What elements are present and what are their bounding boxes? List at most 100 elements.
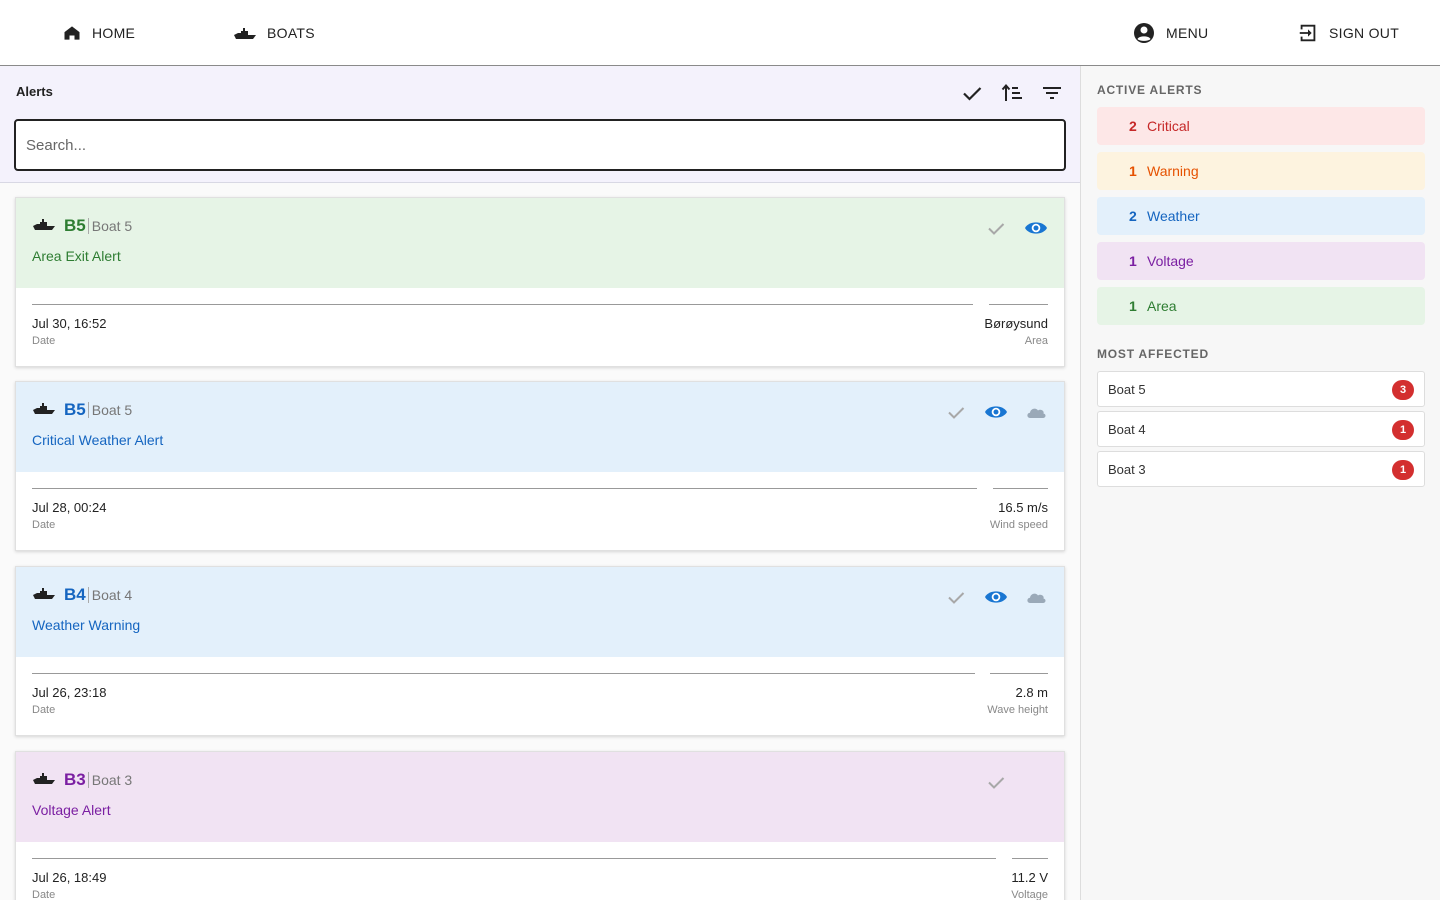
nav-sign-out-label: SIGN OUT xyxy=(1329,24,1400,41)
alert-card[interactable]: B5 Boat 5 Critical Weather Alert Jul 28,… xyxy=(15,381,1065,551)
alert-date-label: Date xyxy=(32,519,56,531)
filter-icon[interactable] xyxy=(1040,81,1064,105)
active-alert-weather[interactable]: 2 Weather xyxy=(1097,197,1425,235)
cloud-icon[interactable] xyxy=(1024,400,1048,424)
alert-boat: B5 Boat 5 xyxy=(32,400,132,420)
acknowledge-icon[interactable] xyxy=(944,400,968,424)
divider xyxy=(32,673,975,674)
acknowledge-icon[interactable] xyxy=(984,770,1008,794)
nav-boats-label: BOATS xyxy=(267,24,315,41)
boat-name: Boat 5 xyxy=(87,402,132,418)
alert-card[interactable]: B4 Boat 4 Weather Warning Jul 26, 23:18 … xyxy=(15,566,1065,736)
divider xyxy=(989,304,1048,305)
boat-name: Boat 5 xyxy=(87,218,132,234)
affected-boat-name: Boat 5 xyxy=(1108,381,1146,397)
alerts-header: Alerts xyxy=(0,66,1080,183)
alert-value: 11.2 V Voltage xyxy=(1011,870,1048,900)
divider xyxy=(990,673,1048,674)
alert-details: Jul 26, 18:49 Date 11.2 V Voltage xyxy=(32,858,1048,900)
alert-type: Voltage Alert xyxy=(32,802,111,818)
active-alert-count: 2 xyxy=(1129,208,1137,224)
active-alert-label: Warning xyxy=(1147,163,1199,179)
alert-details: Jul 26, 23:18 Date 2.8 m Wave height xyxy=(32,673,1048,733)
active-alert-warning[interactable]: 1 Warning xyxy=(1097,152,1425,190)
boat-icon xyxy=(32,401,56,420)
boat-icon xyxy=(32,771,56,790)
alert-type: Weather Warning xyxy=(32,617,141,633)
cloud-icon[interactable] xyxy=(1024,585,1048,609)
active-alert-area[interactable]: 1 Area xyxy=(1097,287,1425,325)
eye-icon[interactable] xyxy=(1024,216,1048,240)
active-alert-count: 1 xyxy=(1129,298,1137,314)
nav-sign-out[interactable]: SIGN OUT xyxy=(1297,0,1399,65)
alert-card[interactable]: B5 Boat 5 Area Exit Alert Jul 30, 16:52 … xyxy=(15,197,1065,367)
alert-date-label: Date xyxy=(32,889,56,900)
alert-card[interactable]: B3 Boat 3 Voltage Alert Jul 26, 18:49 Da… xyxy=(15,751,1065,900)
active-alerts-heading: ACTIVE ALERTS xyxy=(1097,83,1203,97)
alert-date-value: Jul 26, 18:49 xyxy=(32,870,107,885)
alerts-panel: Alerts B5 Boat 5 Area Exit Alert xyxy=(0,66,1080,900)
sign-out-icon xyxy=(1297,22,1319,44)
active-alert-voltage[interactable]: 1 Voltage xyxy=(1097,242,1425,280)
boat-code: B3 xyxy=(64,770,86,789)
active-alert-count: 1 xyxy=(1129,163,1137,179)
alert-value-label: Voltage xyxy=(1011,889,1048,900)
boat-icon xyxy=(233,26,257,40)
search-input[interactable] xyxy=(14,119,1066,171)
alert-value: 2.8 m Wave height xyxy=(987,685,1048,716)
boat-name: Boat 3 xyxy=(87,772,132,788)
active-alert-label: Weather xyxy=(1147,208,1200,224)
alert-date: Jul 28, 00:24 Date xyxy=(32,500,106,531)
active-alert-label: Voltage xyxy=(1147,253,1194,269)
boat-code: B4 xyxy=(64,585,86,604)
active-alert-critical[interactable]: 2 Critical xyxy=(1097,107,1425,145)
alert-value-label: Wave height xyxy=(987,704,1048,716)
affected-boat-item[interactable]: Boat 3 1 xyxy=(1097,451,1425,487)
alert-card-header: B5 Boat 5 Area Exit Alert xyxy=(16,198,1064,288)
divider xyxy=(32,858,996,859)
acknowledge-icon[interactable] xyxy=(944,585,968,609)
alert-value-main: 2.8 m xyxy=(1015,685,1048,700)
acknowledge-icon[interactable] xyxy=(984,216,1008,240)
alert-actions xyxy=(984,216,1048,240)
boat-icon xyxy=(32,586,56,605)
alert-date: Jul 26, 18:49 Date xyxy=(32,870,106,900)
divider xyxy=(1012,858,1048,859)
boat-name: Boat 4 xyxy=(87,587,132,603)
eye-icon[interactable] xyxy=(984,400,1008,424)
alerts-title: Alerts xyxy=(16,84,53,99)
most-affected-heading: MOST AFFECTED xyxy=(1097,347,1209,361)
boat-icon xyxy=(32,217,56,236)
affected-boat-item[interactable]: Boat 5 3 xyxy=(1097,371,1425,407)
alert-details: Jul 28, 00:24 Date 16.5 m/s Wind speed xyxy=(32,488,1048,548)
nav-menu[interactable]: MENU xyxy=(1132,0,1208,65)
alert-details: Jul 30, 16:52 Date Børøysund Area xyxy=(32,304,1048,364)
active-alert-count: 2 xyxy=(1129,118,1137,134)
alert-count-badge: 3 xyxy=(1392,380,1414,400)
divider xyxy=(32,488,977,489)
alert-type: Area Exit Alert xyxy=(32,248,121,264)
active-alert-label: Area xyxy=(1147,298,1177,314)
alert-value-label: Wind speed xyxy=(989,519,1048,531)
check-all-icon[interactable] xyxy=(960,81,984,105)
alert-boat: B5 Boat 5 xyxy=(32,216,132,236)
alert-date-label: Date xyxy=(32,335,56,347)
nav-boats[interactable]: BOATS xyxy=(233,0,315,65)
alert-value: Børøysund Area xyxy=(984,316,1048,347)
alert-card-header: B3 Boat 3 Voltage Alert xyxy=(16,752,1064,842)
alert-actions xyxy=(944,400,1048,424)
alert-date-label: Date xyxy=(32,704,56,716)
sort-icon[interactable] xyxy=(1000,81,1024,105)
top-navbar: HOME BOATS MENU SIGN OUT xyxy=(0,0,1440,66)
divider xyxy=(32,304,973,305)
alert-value-label: Area xyxy=(1024,335,1048,347)
alert-boat: B3 Boat 3 xyxy=(32,770,132,790)
eye-icon[interactable] xyxy=(984,585,1008,609)
active-alert-label: Critical xyxy=(1147,118,1190,134)
alert-date: Jul 30, 16:52 Date xyxy=(32,316,106,347)
affected-boat-name: Boat 3 xyxy=(1108,461,1146,477)
affected-boat-item[interactable]: Boat 4 1 xyxy=(1097,411,1425,447)
account-circle-icon xyxy=(1132,21,1156,45)
nav-home[interactable]: HOME xyxy=(62,0,135,65)
boat-code: B5 xyxy=(64,216,86,235)
